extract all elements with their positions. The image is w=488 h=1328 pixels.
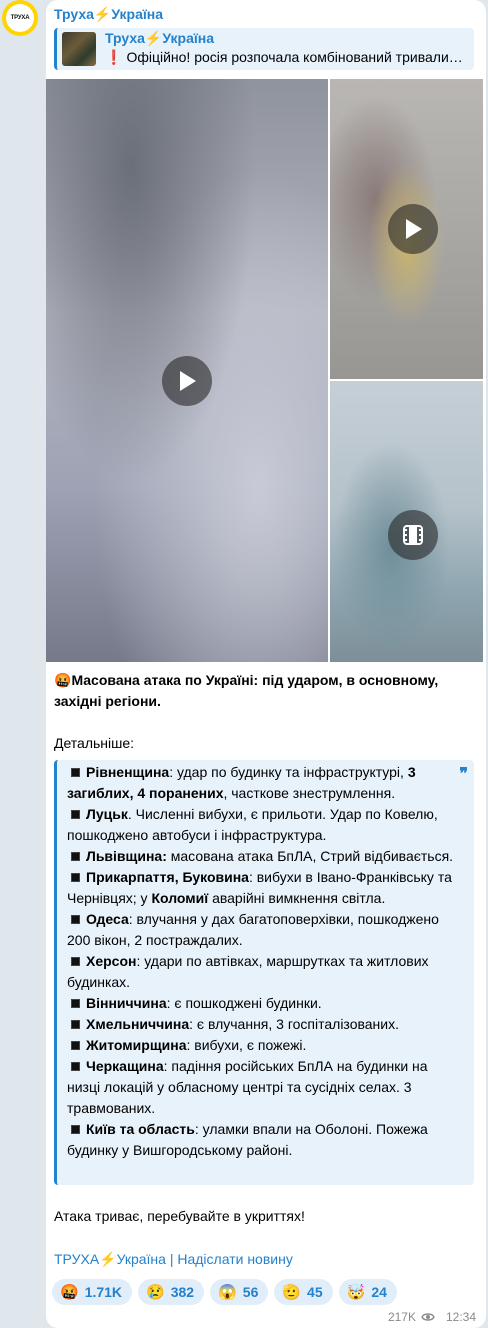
reply-text: ❗ Офіційно! росія розпочала комбінований … <box>105 49 467 66</box>
quote-item-bold: Коломиї <box>151 890 209 906</box>
quote-item-bold: Херсон <box>86 953 137 969</box>
quote-item-text: масована атака БпЛА, Стрий відбивається. <box>166 848 454 864</box>
reaction-count: 56 <box>242 1284 259 1300</box>
message-time: 12:34 <box>445 1310 476 1324</box>
square-bullet-icon <box>71 810 80 820</box>
reaction-count: 382 <box>170 1284 195 1300</box>
quote-icon: ❞ <box>459 766 468 783</box>
quote-item-bold: Хмельниччина <box>86 1016 190 1032</box>
quote-item: Вінниччина: є пошкоджені будинки. <box>67 993 454 1014</box>
quote-item: Прикарпаття, Буковина: вибухи в Івано-Фр… <box>67 867 454 909</box>
video-tile-bottom-right[interactable] <box>330 381 483 662</box>
video-tile-main[interactable] <box>46 79 328 662</box>
quote-item: Херсон: удари по автівках, маршрутках та… <box>67 951 454 993</box>
square-bullet-icon <box>71 957 80 967</box>
quote-item: Хмельниччина: є влучання, 3 госпіталізов… <box>67 1014 454 1035</box>
play-icon[interactable] <box>388 204 438 254</box>
quote-item: Одеса: влучання у дах багатоповерхівки, … <box>67 909 454 951</box>
quote-item-bold: Київ та область <box>86 1121 195 1137</box>
reaction-chip[interactable]: 🤯 24 <box>338 1279 397 1305</box>
square-bullet-icon <box>71 915 80 925</box>
avatar-logo-text: ТРУХА <box>6 4 34 32</box>
square-bullet-icon <box>71 999 80 1009</box>
eye-icon <box>421 1313 435 1321</box>
quote-item-text: , часткове знеструмлення. <box>223 785 396 801</box>
channel-avatar[interactable]: ТРУХА <box>2 0 38 36</box>
reaction-chip[interactable]: 🤬 1.71K <box>52 1279 133 1305</box>
square-bullet-icon <box>71 1125 80 1135</box>
reaction-emoji-icon: 😢 <box>146 1284 165 1301</box>
quote-item-bold: Львівщина: <box>86 848 167 864</box>
play-icon[interactable] <box>162 356 212 406</box>
message-bubble: Труха⚡Україна Труха⚡Україна ❗ Офіційно! р… <box>46 0 486 1328</box>
quote-item: Київ та область: уламки впали на Оболоні… <box>67 1119 454 1161</box>
quote-item-bold: Житомирщина <box>86 1037 187 1053</box>
reactions-bar: 🤬 1.71K 😢 382 😱 56 🫡 45 🤯 24 <box>52 1279 397 1305</box>
reaction-chip[interactable]: 😱 56 <box>210 1279 269 1305</box>
reaction-emoji-icon: 🫡 <box>282 1284 302 1301</box>
quote-item-bold: Луцьк <box>86 806 128 822</box>
media-album <box>46 79 483 662</box>
reaction-emoji-icon: 🤬 <box>60 1284 79 1301</box>
film-icon[interactable] <box>388 510 438 560</box>
square-bullet-icon <box>71 852 80 862</box>
reply-thumbnail <box>62 32 96 66</box>
message-meta: 217K 12:34 <box>388 1310 476 1324</box>
square-bullet-icon <box>71 1062 80 1072</box>
reaction-count: 1.71K <box>84 1284 123 1300</box>
reaction-chip[interactable]: 😢 382 <box>138 1279 205 1305</box>
closing-text: Атака триває, перебувайте в укриттях! <box>54 1208 305 1224</box>
square-bullet-icon <box>71 873 80 883</box>
quote-item-bold: Одеса <box>86 911 129 927</box>
video-tile-top-right[interactable] <box>330 79 483 379</box>
blockquote: ❞ Рівненщина: удар по будинку та інфраст… <box>54 760 474 1185</box>
quote-item-bold: Вінниччина <box>86 995 167 1011</box>
square-bullet-icon <box>71 1020 80 1030</box>
quote-item: Львівщина: масована атака БпЛА, Стрий ві… <box>67 846 454 867</box>
quote-item-text: : вибухи, є пожежі. <box>186 1037 307 1053</box>
quote-item: Рівненщина: удар по будинку та інфрастру… <box>67 762 454 804</box>
quote-item: Луцьк. Численні вибухи, є прильоти. Удар… <box>67 804 454 846</box>
reaction-count: 24 <box>371 1284 387 1300</box>
channel-name[interactable]: Труха⚡Україна <box>54 6 163 23</box>
quote-item-text: аварійні вимкнення світла. <box>208 890 386 906</box>
reply-title: Труха⚡Україна <box>105 30 215 46</box>
quote-item: Черкащина: падіння російських БпЛА на бу… <box>67 1056 454 1119</box>
message-text: 🤬Масована атака по Україні: під ударом, … <box>54 670 478 754</box>
quote-item: Житомирщина: вибухи, є пожежі. <box>67 1035 454 1056</box>
quote-item-bold: Рівненщина <box>86 764 170 780</box>
reaction-emoji-icon: 😱 <box>218 1284 237 1301</box>
angry-face-emoji-icon: 🤬 <box>54 672 72 688</box>
quote-item-text: : є влучання, 3 госпіталізованих. <box>189 1016 399 1032</box>
quote-item-bold: Черкащина <box>86 1058 164 1074</box>
details-label: Детальніше: <box>54 735 135 751</box>
reaction-emoji-icon: 🤯 <box>346 1284 366 1301</box>
exclamation-icon: ❗ <box>105 49 123 65</box>
signature-link[interactable]: ТРУХА⚡Україна | Надіслати новину <box>54 1251 293 1268</box>
reply-text-content: Офіційно! росія розпочала комбінований т… <box>126 49 463 65</box>
square-bullet-icon <box>71 768 80 778</box>
quote-items: Рівненщина: удар по будинку та інфрастру… <box>67 762 454 1161</box>
reply-preview[interactable]: Труха⚡Україна ❗ Офіційно! росія розпочала… <box>54 28 474 70</box>
headline-text: Масована атака по Україні: під ударом, в… <box>54 672 439 709</box>
quote-item-text: : удар по будинку та інфраструктурі, <box>169 764 408 780</box>
views-count: 217K <box>387 1310 416 1324</box>
square-bullet-icon <box>71 1041 80 1051</box>
headline: 🤬Масована атака по Україні: під ударом, … <box>54 670 478 712</box>
reaction-count: 45 <box>307 1284 323 1300</box>
quote-item-bold: Прикарпаття, Буковина <box>86 869 249 885</box>
reaction-chip[interactable]: 🫡 45 <box>274 1279 333 1305</box>
quote-item-text: : є пошкоджені будинки. <box>166 995 322 1011</box>
